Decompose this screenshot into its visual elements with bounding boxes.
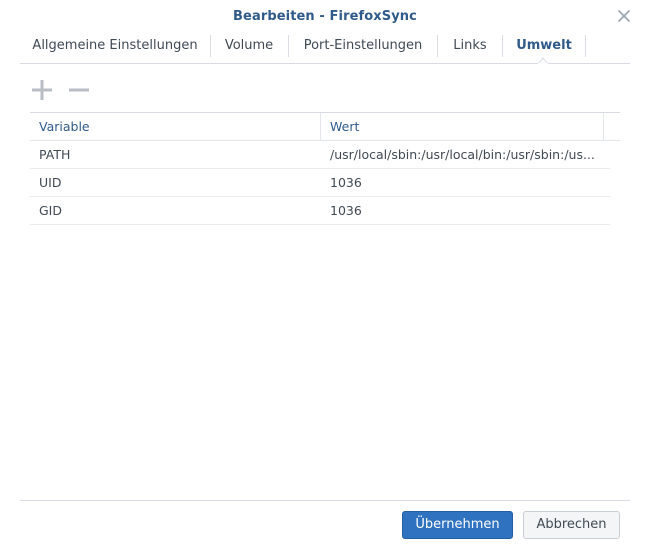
apply-button[interactable]: Übernehmen [402, 511, 513, 539]
table-header: Variable Wert [30, 112, 620, 141]
table-row[interactable]: GID 1036 [30, 197, 610, 225]
cell-value: /usr/local/sbin:/usr/local/bin:/usr/sbin… [330, 147, 595, 162]
tab-separator [437, 35, 438, 57]
active-tab-caret-icon [538, 57, 548, 64]
edit-dialog: Bearbeiten - FirefoxSync Allgemeine Eins… [0, 0, 650, 547]
tab-separator [288, 35, 289, 57]
tab-environment[interactable]: Umwelt [508, 32, 580, 60]
column-separator[interactable] [320, 113, 321, 140]
column-header-value[interactable]: Wert [330, 113, 600, 140]
cell-variable: GID [39, 203, 62, 218]
plus-icon[interactable] [30, 78, 54, 102]
title-bar: Bearbeiten - FirefoxSync [0, 0, 650, 32]
dialog-title: Bearbeiten - FirefoxSync [233, 9, 417, 24]
tab-links[interactable]: Links [443, 32, 497, 60]
tab-general-settings[interactable]: Allgemeine Einstellungen [30, 32, 200, 60]
cell-value: 1036 [330, 175, 362, 190]
close-icon[interactable] [614, 6, 634, 26]
tab-volume[interactable]: Volume [215, 32, 283, 60]
cancel-button[interactable]: Abbrechen [523, 511, 620, 539]
tab-label: Links [453, 38, 487, 53]
tab-separator [585, 35, 586, 57]
tab-port-settings[interactable]: Port-Einstellungen [294, 32, 432, 60]
cell-variable: PATH [39, 147, 71, 162]
tab-label: Allgemeine Einstellungen [32, 38, 198, 53]
environment-table: Variable Wert PATH /usr/local/sbin:/usr/… [30, 112, 620, 225]
table-row[interactable]: PATH /usr/local/sbin:/usr/local/bin:/usr… [30, 141, 610, 169]
tab-label: Volume [224, 38, 274, 53]
cell-value: 1036 [330, 203, 362, 218]
cell-variable: UID [39, 175, 62, 190]
column-separator[interactable] [603, 113, 604, 140]
table-row[interactable]: UID 1036 [30, 169, 610, 197]
tab-bar: Allgemeine Einstellungen Volume Port-Ein… [20, 32, 630, 64]
tab-label: Umwelt [516, 38, 572, 53]
minus-icon[interactable] [67, 78, 91, 102]
column-header-variable[interactable]: Variable [39, 113, 309, 140]
tab-separator [210, 35, 211, 57]
tab-separator [502, 35, 503, 57]
tab-label: Port-Einstellungen [303, 38, 423, 53]
footer-divider [20, 500, 630, 501]
